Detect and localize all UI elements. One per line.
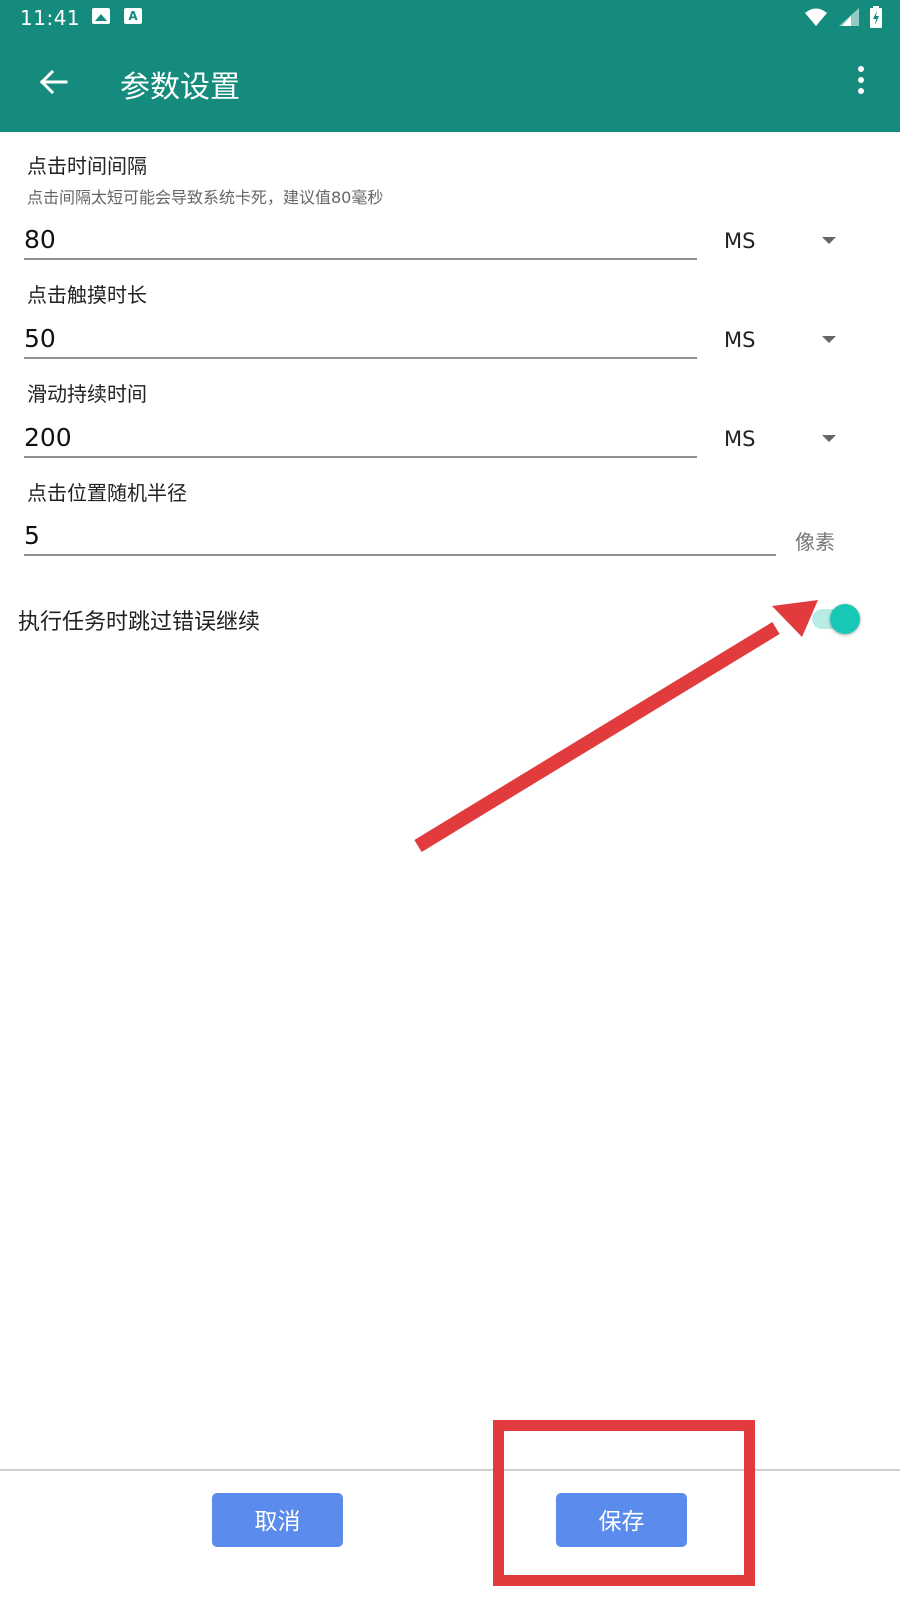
bottom-divider <box>0 1469 900 1471</box>
annotation-box <box>493 1420 755 1586</box>
annotation-arrow <box>414 600 818 852</box>
cancel-button[interactable]: 取消 <box>212 1493 343 1547</box>
